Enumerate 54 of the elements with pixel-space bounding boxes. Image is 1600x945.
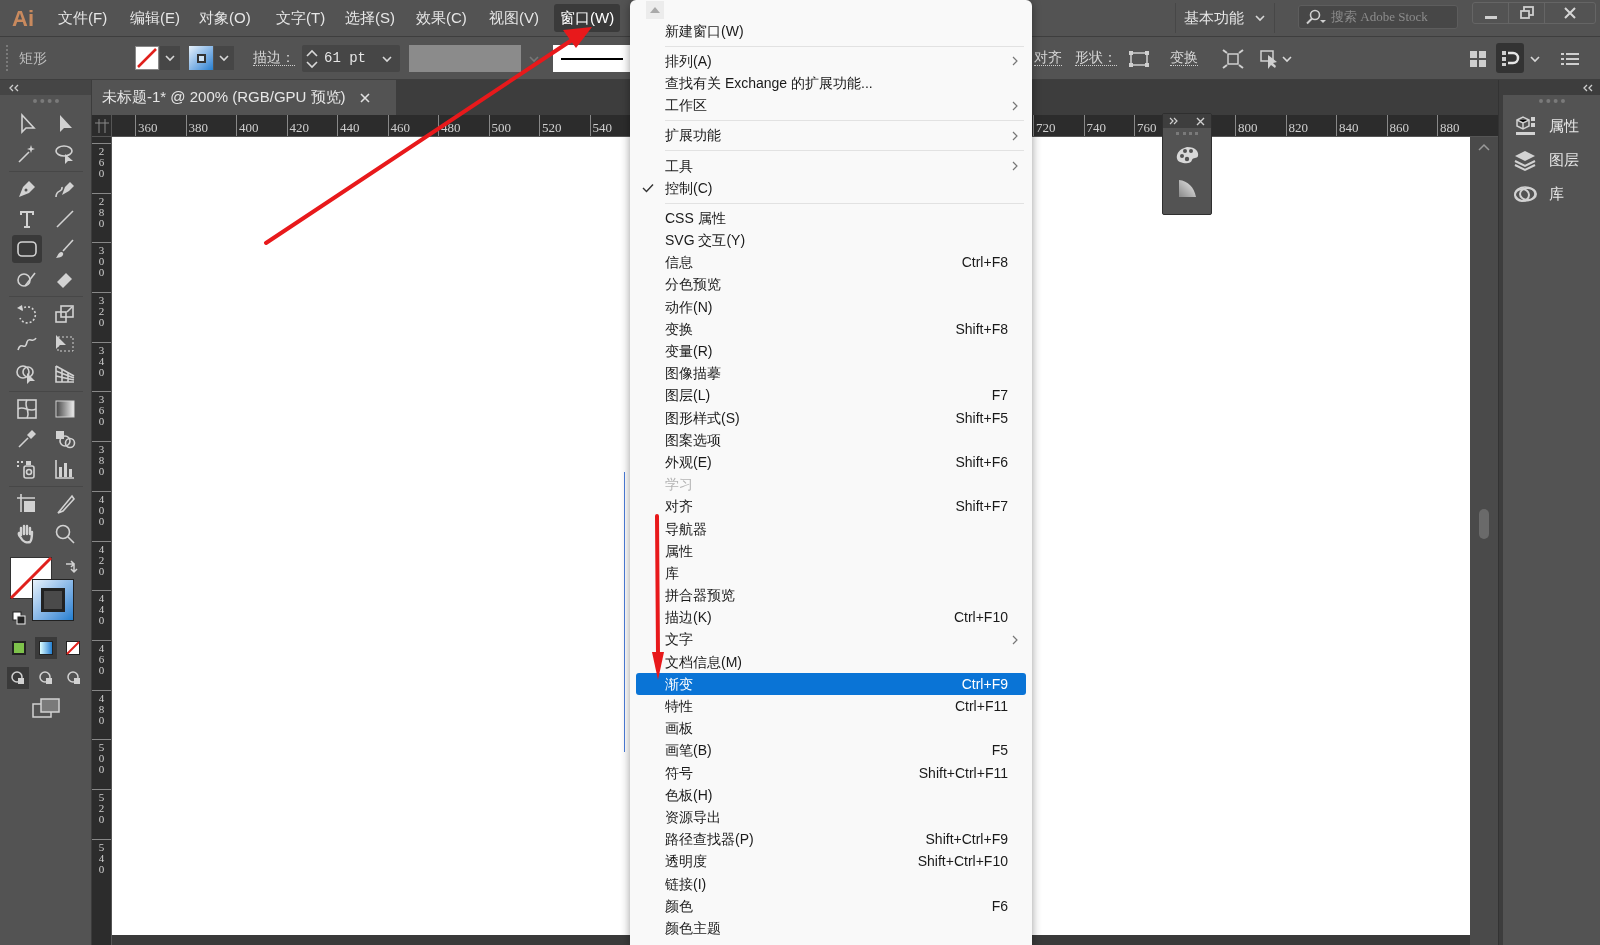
ruler-label: 540: [98, 839, 105, 877]
shortcut-label: Shift+F7: [955, 497, 1008, 517]
ruler-label: 380: [188, 120, 208, 135]
ruler-label: 260: [98, 144, 105, 181]
ruler-label: 540: [592, 120, 612, 135]
ruler-label: 420: [98, 541, 105, 579]
ruler-label: 820: [1288, 120, 1308, 135]
shortcut-label: Shift+Ctrl+F10: [917, 852, 1008, 872]
shortcut-label: F7: [991, 386, 1008, 406]
tool-name: 矩形: [19, 49, 47, 68]
ruler-label: 320: [98, 293, 105, 331]
shortcut-label: Ctrl+F8: [961, 253, 1008, 273]
shortcut-label: Shift+F8: [955, 319, 1008, 339]
ruler-label: 520: [542, 120, 562, 135]
ruler-label: 360: [138, 120, 158, 135]
ruler-label: 460: [98, 640, 105, 678]
app-logo: Ai: [12, 4, 35, 33]
ruler-label: 500: [98, 740, 105, 778]
ruler-label: 460: [390, 120, 410, 135]
document-title: 未标题-1* @ 200% (RGB/GPU 预览): [102, 87, 346, 108]
ruler-label: 440: [98, 591, 105, 629]
shortcut-label: Shift+Ctrl+F9: [925, 830, 1008, 850]
ruler-label: 880: [1440, 120, 1460, 135]
shortcut-label: Shift+F6: [955, 452, 1008, 472]
panel-tab-label: 库: [1549, 183, 1564, 204]
ruler-label: 480: [98, 690, 105, 728]
shortcut-label: Ctrl+F11: [954, 697, 1008, 717]
ruler-label: 860: [1389, 120, 1409, 135]
ruler-label: 800: [1238, 120, 1258, 135]
stroke-weight-value: 61 pt: [324, 49, 367, 68]
shortcut-label: Shift+F5: [955, 408, 1008, 428]
panel-tab-label: 属性: [1549, 115, 1579, 136]
ruler-label: 500: [491, 120, 511, 135]
ruler-label: 400: [239, 120, 259, 135]
ruler-label: 740: [1086, 120, 1106, 135]
ruler-label: 360: [98, 392, 105, 430]
ruler-label: 280: [98, 193, 105, 231]
ruler-label: 520: [98, 789, 105, 827]
ruler-label: 440: [340, 120, 360, 135]
shortcut-label: F6: [991, 896, 1008, 916]
ruler-label: 300: [98, 243, 105, 281]
ruler-label: 380: [98, 442, 105, 480]
ruler-label: 400: [98, 491, 105, 529]
ruler-label: 760: [1137, 120, 1157, 135]
panel-tab-label: 图层: [1549, 149, 1579, 170]
workspace-name: 基本功能: [1184, 7, 1244, 28]
shortcut-label: Ctrl+F9: [961, 674, 1008, 694]
shortcut-label: F5: [991, 741, 1008, 761]
ruler-label: 420: [289, 120, 309, 135]
shortcut-label: Shift+Ctrl+F11: [918, 763, 1008, 783]
ruler-label: 720: [1036, 120, 1056, 135]
shortcut-label: Ctrl+F10: [953, 608, 1008, 628]
ruler-label: 340: [98, 342, 105, 380]
ruler-label: 840: [1339, 120, 1359, 135]
